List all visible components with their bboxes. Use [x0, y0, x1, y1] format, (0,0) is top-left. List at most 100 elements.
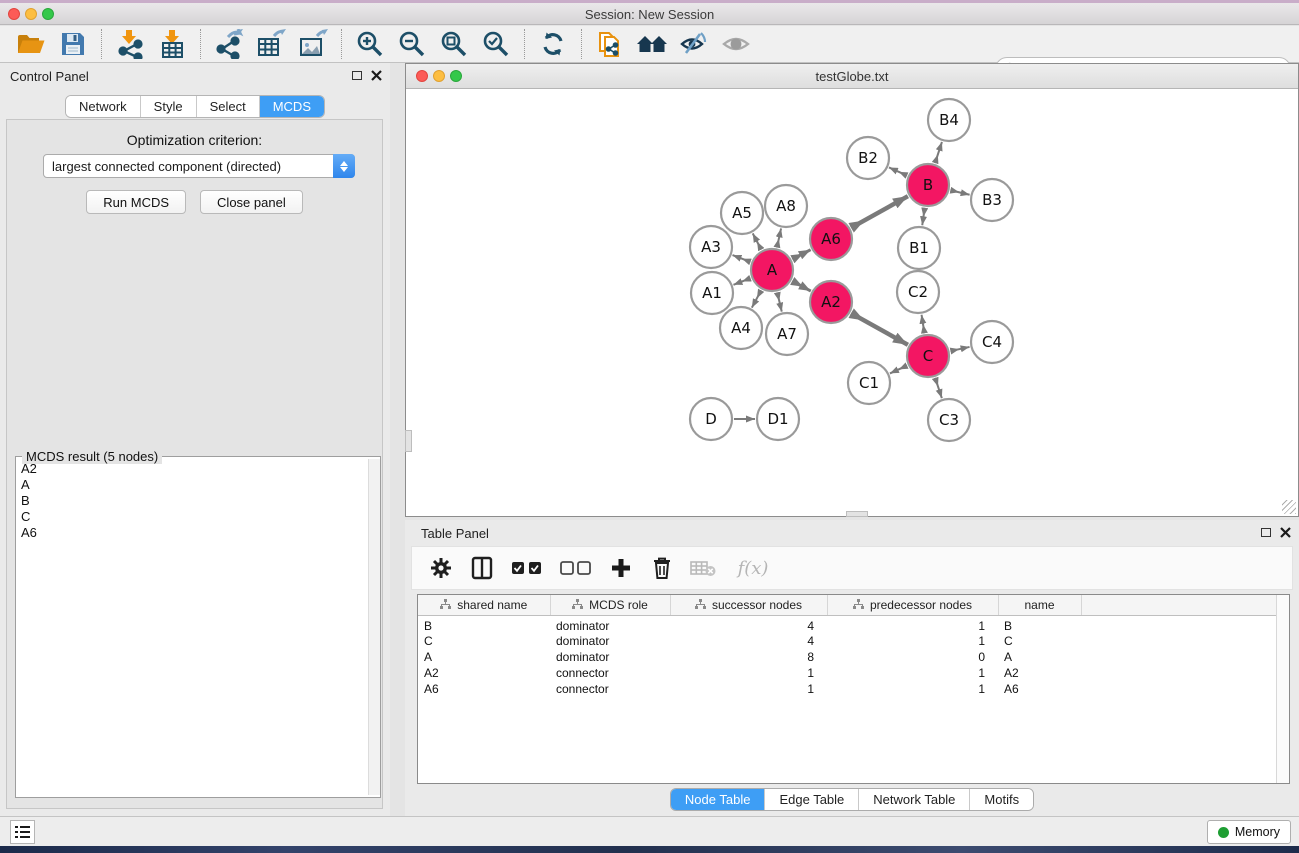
tab-mcds[interactable]: MCDS: [260, 96, 324, 117]
graph-edge-A6-B[interactable]: [851, 196, 908, 228]
result-item[interactable]: A: [16, 477, 367, 493]
zoom-out-button[interactable]: [391, 28, 433, 60]
graph-edge-C-C1[interactable]: [890, 366, 907, 374]
float-panel-icon[interactable]: [352, 71, 362, 80]
graph-node-B4[interactable]: B4: [928, 99, 970, 141]
graph-edge-A-A7[interactable]: [777, 292, 782, 311]
mcds-result-list[interactable]: A2ABCA6: [16, 461, 367, 797]
graph-node-B2[interactable]: B2: [847, 137, 889, 179]
export-image-button[interactable]: [292, 28, 334, 60]
graph-node-C3[interactable]: C3: [928, 399, 970, 441]
tab-network-table[interactable]: Network Table: [859, 789, 970, 810]
column-header[interactable]: MCDS role: [550, 595, 670, 615]
table-row[interactable]: A2connector11A2: [418, 665, 1277, 681]
graph-edge-A-A6[interactable]: [792, 250, 810, 260]
tab-motifs[interactable]: Motifs: [970, 789, 1033, 810]
graph-node-B3[interactable]: B3: [971, 179, 1013, 221]
graph-edge-A-A3[interactable]: [733, 255, 751, 262]
result-item[interactable]: A2: [16, 461, 367, 477]
graph-node-A[interactable]: A: [751, 249, 793, 291]
open-session-button[interactable]: [10, 28, 52, 60]
graph-node-A8[interactable]: A8: [765, 185, 807, 227]
memory-button[interactable]: Memory: [1207, 820, 1291, 844]
deselect-all-button[interactable]: [559, 555, 593, 581]
zoom-in-button[interactable]: [349, 28, 391, 60]
graph-node-C4[interactable]: C4: [971, 321, 1013, 363]
show-columns-button[interactable]: [469, 555, 495, 581]
column-header[interactable]: name: [998, 595, 1081, 615]
column-header[interactable]: predecessor nodes: [827, 595, 998, 615]
run-mcds-button[interactable]: Run MCDS: [86, 190, 186, 214]
tab-select[interactable]: Select: [197, 96, 260, 117]
table-scrollbar[interactable]: [1276, 595, 1289, 783]
graph-node-C2[interactable]: C2: [897, 271, 939, 313]
table-row[interactable]: Cdominator41C: [418, 633, 1277, 649]
tab-node-table[interactable]: Node Table: [671, 789, 766, 810]
graph-edge-B-B2[interactable]: [889, 167, 907, 175]
network-from-file-button[interactable]: [589, 28, 631, 60]
graph-node-A2[interactable]: A2: [810, 281, 852, 323]
delete-table-button[interactable]: [690, 555, 716, 581]
add-column-button[interactable]: [608, 555, 634, 581]
birdseye-view-button[interactable]: [715, 28, 757, 60]
graph-node-A5[interactable]: A5: [721, 192, 763, 234]
import-network-button[interactable]: [109, 28, 151, 60]
table-row[interactable]: Bdominator41B: [418, 615, 1277, 633]
graph-node-C1[interactable]: C1: [848, 362, 890, 404]
home-pages-button[interactable]: [631, 28, 673, 60]
close-panel-icon[interactable]: [371, 70, 382, 81]
graph-node-B[interactable]: B: [907, 164, 949, 206]
graph-node-A3[interactable]: A3: [690, 226, 732, 268]
result-scrollbar[interactable]: [368, 459, 380, 795]
zoom-selected-button[interactable]: [475, 28, 517, 60]
graph-node-A4[interactable]: A4: [720, 307, 762, 349]
tab-network[interactable]: Network: [66, 96, 141, 117]
graph-node-D[interactable]: D: [690, 398, 732, 440]
resize-grip-icon[interactable]: [1282, 500, 1296, 514]
refresh-layout-button[interactable]: [532, 28, 574, 60]
graph-node-D1[interactable]: D1: [757, 398, 799, 440]
export-network-button[interactable]: [208, 28, 250, 60]
graph-edge-B-B3[interactable]: [950, 190, 969, 195]
export-table-button[interactable]: [250, 28, 292, 60]
network-window-titlebar[interactable]: testGlobe.txt: [406, 64, 1298, 89]
table-row[interactable]: A6connector11A6: [418, 681, 1277, 697]
function-builder-button[interactable]: f(x): [731, 555, 775, 581]
select-all-button[interactable]: [510, 555, 544, 581]
graph-edge-C-C2[interactable]: [922, 315, 925, 334]
save-session-button[interactable]: [52, 28, 94, 60]
result-item[interactable]: A6: [16, 525, 367, 541]
task-history-button[interactable]: [10, 820, 35, 844]
graph-node-A7[interactable]: A7: [766, 313, 808, 355]
delete-column-button[interactable]: [649, 555, 675, 581]
column-header[interactable]: shared name: [418, 595, 550, 615]
float-table-panel-icon[interactable]: [1261, 528, 1271, 537]
graph-edge-A-A2[interactable]: [792, 281, 811, 291]
graph-edge-B-B4[interactable]: [935, 142, 942, 163]
graph-edge-A-A5[interactable]: [753, 233, 762, 249]
graph-edge-A-A1[interactable]: [733, 278, 750, 285]
close-table-panel-icon[interactable]: [1280, 527, 1291, 538]
splitter-handle-vertical[interactable]: [405, 430, 412, 452]
network-canvas[interactable]: B4 B2 B B3 A8A5 A6 A3 B1 A C2 A1 A2 A4A7 C4 C C1 C3 D D1: [406, 89, 1298, 516]
close-panel-button[interactable]: Close panel: [200, 190, 303, 214]
splitter-handle-horizontal[interactable]: [846, 511, 868, 517]
column-header[interactable]: successor nodes: [670, 595, 827, 615]
graph-node-A1[interactable]: A1: [691, 272, 733, 314]
table-row[interactable]: Adominator80A: [418, 649, 1277, 665]
tab-style[interactable]: Style: [141, 96, 197, 117]
graph-edge-A-A8[interactable]: [777, 228, 781, 247]
graph-node-C[interactable]: C: [907, 335, 949, 377]
result-item[interactable]: B: [16, 493, 367, 509]
tab-edge-table[interactable]: Edge Table: [765, 789, 859, 810]
import-table-button[interactable]: [151, 28, 193, 60]
optimization-criterion-select[interactable]: largest connected component (directed): [43, 154, 355, 178]
graph-edge-A-A4[interactable]: [752, 290, 761, 307]
graph-node-B1[interactable]: B1: [898, 227, 940, 269]
graph-node-A6[interactable]: A6: [810, 218, 852, 260]
graph-edge-C-C4[interactable]: [950, 347, 969, 351]
zoom-fit-button[interactable]: [433, 28, 475, 60]
hide-graphics-details-button[interactable]: [673, 28, 715, 60]
result-item[interactable]: C: [16, 509, 367, 525]
graph-edge-B-B1[interactable]: [922, 208, 924, 225]
